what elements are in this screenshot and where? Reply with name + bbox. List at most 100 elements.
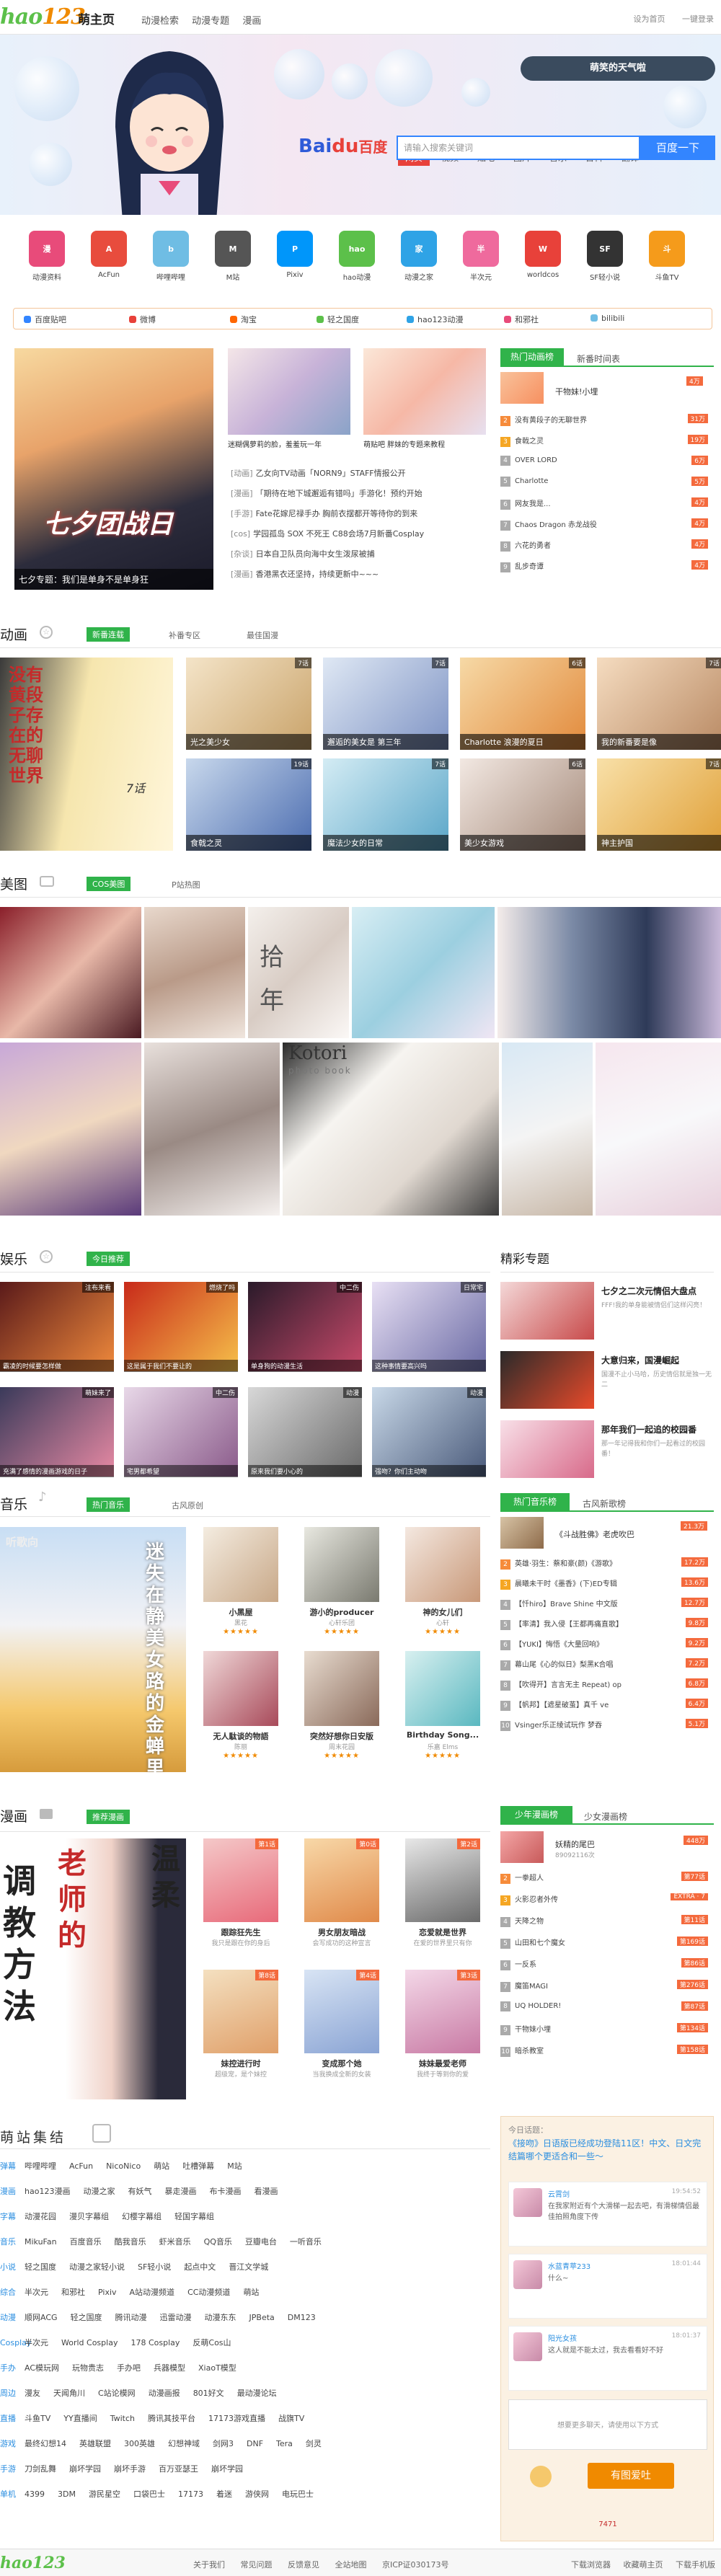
portal-link[interactable]: 轻之国度	[71, 2313, 102, 2322]
music-top-image[interactable]	[500, 1517, 544, 1549]
icon-1[interactable]: A AcFun	[84, 231, 134, 279]
entertainment-card[interactable]: 注布来看	[0, 1282, 114, 1371]
manga-rank-row[interactable]: 5 山田和七个魔女 第169话	[500, 1937, 714, 1949]
portal-link[interactable]: 178 Cosplay	[131, 2338, 180, 2347]
nav-anime-search[interactable]: 动漫检索	[141, 16, 179, 27]
manga-title[interactable]: 跟踪狂先生	[196, 1926, 286, 1938]
portal-link[interactable]: 迅雷动漫	[160, 2313, 192, 2322]
portal-link[interactable]: 动漫之家轻小说	[69, 2262, 125, 2272]
portal-link[interactable]: 幻想神域	[168, 2439, 200, 2448]
portal-link[interactable]: 动漫之家	[83, 2187, 115, 2196]
bookmark-link[interactable]: 收藏萌主页	[624, 2560, 663, 2570]
manga-rank-row[interactable]: 8 UQ HOLDER! 第87话	[500, 2001, 714, 2011]
tab-new-serial[interactable]: 新番连载	[87, 627, 130, 642]
album-cover[interactable]	[304, 1527, 379, 1602]
portal-link[interactable]: 手办吧	[117, 2363, 141, 2373]
topic-title[interactable]: 那年我们一起追的校园番	[601, 1423, 717, 1435]
portal-link[interactable]: 游侠网	[245, 2489, 269, 2499]
photo-item[interactable]	[352, 907, 495, 1038]
portal-link[interactable]: 吐槽弹幕	[182, 2161, 214, 2171]
icon-7[interactable]: 半半次元	[456, 231, 506, 282]
rank-row[interactable]: 6 网友我是... 4万	[500, 497, 714, 510]
portal-link[interactable]: 崩坏学园	[211, 2464, 243, 2474]
portal-link[interactable]: 刀剑乱舞	[25, 2464, 56, 2474]
portal-link[interactable]: 17173	[178, 2489, 203, 2499]
portal-link[interactable]: 萌站	[243, 2288, 259, 2297]
star-icon[interactable]: ☆	[40, 626, 53, 639]
portal-link[interactable]: World Cosplay	[61, 2338, 118, 2347]
icon-8[interactable]: Wworldcos	[518, 231, 568, 279]
nav-manga[interactable]: 漫画	[242, 16, 261, 27]
icon-6[interactable]: 家动漫之家	[394, 231, 444, 282]
manga-cover[interactable]: 第2话	[405, 1838, 480, 1922]
portal-link[interactable]: 豆瓣电台	[245, 2237, 277, 2247]
portal-link[interactable]: 最动漫论坛	[237, 2389, 277, 2398]
topic-image[interactable]	[500, 1282, 594, 1340]
entertainment-card[interactable]: 燃烧了吗	[124, 1282, 238, 1371]
news-headline[interactable]: [手游] Fate花嫁尼禄手办 胸前衣摆都开等待你的到来	[231, 508, 417, 519]
portal-link[interactable]: 动漫画报	[149, 2389, 180, 2398]
album-title[interactable]: 无人駄谈的物語	[196, 1730, 286, 1742]
portal-link[interactable]: 轻之国度	[25, 2262, 56, 2272]
portal-link[interactable]: 酷我音乐	[115, 2237, 146, 2247]
portal-link[interactable]: AC模玩网	[25, 2363, 59, 2373]
icon-9[interactable]: SF SF轻小说	[580, 231, 630, 282]
icon-2[interactable]: b 哔哩哔哩	[146, 231, 196, 282]
news-thumb-caption[interactable]: 萌贴吧 胖妹的专题来教程	[363, 438, 445, 449]
portal-link[interactable]: 兵器模型	[154, 2363, 185, 2373]
photo-item[interactable]	[0, 1043, 141, 1216]
portal-link[interactable]: NicoNico	[106, 2161, 141, 2171]
entertainment-card[interactable]: 动漫	[248, 1387, 362, 1477]
portal-link[interactable]: 崩坏学园	[69, 2464, 101, 2474]
music-rank-row[interactable]: 9 【帆邦】【遮星破茧】真千 ve 6.4万	[500, 1699, 714, 1711]
portal-link[interactable]: CC动漫频道	[187, 2288, 230, 2297]
footer-link-sitemap[interactable]: 全站地图	[335, 2560, 367, 2570]
message-topic-text[interactable]: 《接吻》日语版已经成功登陆11区！中文、日文完结篇哪个更适合和一些～	[508, 2137, 707, 2163]
manga-title[interactable]: 妹妹最爱老师	[398, 2058, 487, 2069]
icon-3[interactable]: M M站	[208, 231, 258, 282]
tab-new-schedule[interactable]: 新番时间表	[577, 353, 620, 365]
link-bilibili[interactable]: bilibili	[590, 314, 624, 323]
tab-new-ancient-rank[interactable]: 古风新歌榜	[583, 1497, 626, 1510]
featured-news-image[interactable]: 七夕团战日 七夕专题：我们是单身不是单身狂	[14, 348, 213, 590]
portal-link[interactable]: DNF	[247, 2439, 263, 2448]
manga-cover[interactable]: 第3话	[405, 1970, 480, 2053]
portal-link[interactable]: 萌站	[154, 2161, 169, 2171]
music-note-icon[interactable]: ♪	[38, 1490, 47, 1505]
tab-pixiv-hot[interactable]: P站热图	[172, 879, 200, 890]
music-banner[interactable]: 听歌向 迷失在静美女路的金蝉里	[0, 1527, 186, 1772]
tab-best-domestic[interactable]: 最佳国漫	[247, 629, 278, 641]
portal-link[interactable]: 顺网ACG	[25, 2313, 58, 2322]
portal-link[interactable]: AcFun	[69, 2161, 93, 2171]
nav-anime-topics[interactable]: 动漫专题	[192, 16, 229, 27]
search-button[interactable]: 百度一下	[640, 136, 715, 160]
portal-link[interactable]: Twitch	[110, 2414, 135, 2423]
news-headline[interactable]: [漫画] 香港黑衣还坚持，持续更新中~~~	[231, 568, 379, 580]
portal-link[interactable]: 剑灵	[306, 2439, 322, 2448]
news-thumb[interactable]	[363, 348, 486, 435]
icon-10[interactable]: 斗斗鱼TV	[642, 231, 692, 282]
news-headline[interactable]: [cos] 学园孤岛 SOX 不死王 C88会场7月新番Cosplay	[231, 528, 424, 539]
portal-link[interactable]: 腾讯其技平台	[148, 2414, 195, 2423]
music-rank-row[interactable]: 7 幕山尾《心的似日》梨黑K合唱 7.2万	[500, 1658, 714, 1670]
music-rank-row[interactable]: 8 【吹得开】言言无主 Repeat) op 6.8万	[500, 1678, 714, 1691]
portal-link[interactable]: 4399	[25, 2489, 45, 2499]
portal-link[interactable]: 百万亚瑟王	[159, 2464, 198, 2474]
portal-link[interactable]: 着迷	[216, 2489, 232, 2499]
portal-link[interactable]: 一听音乐	[290, 2237, 322, 2247]
portal-link[interactable]: 电玩巴士	[282, 2489, 314, 2499]
photo-item[interactable]	[497, 907, 721, 1038]
music-rank-row[interactable]: 10 Vsinger乐正绫试玩作 梦吞 5.1万	[500, 1719, 714, 1731]
portal-link[interactable]: DM123	[288, 2313, 316, 2322]
message-user[interactable]: 水蓝青苹233	[548, 2260, 590, 2271]
anime-card[interactable]: 6话 Charlotte 浪漫的夏日	[460, 658, 585, 750]
manga-rank-row[interactable]: 2 一拳超人 第77话	[500, 1872, 714, 1884]
portal-link[interactable]: 崩坏手游	[114, 2464, 146, 2474]
topic-image[interactable]	[500, 1420, 594, 1478]
anime-card[interactable]: 19话 食戟之灵	[186, 758, 311, 851]
portal-link[interactable]: C站论模网	[98, 2389, 136, 2398]
portal-link[interactable]: 虾米音乐	[159, 2237, 191, 2247]
manga-title[interactable]: 男女朋友暗战	[297, 1926, 386, 1938]
grid-icon[interactable]	[92, 2124, 111, 2143]
portal-link[interactable]: 哔哩哔哩	[25, 2161, 56, 2171]
